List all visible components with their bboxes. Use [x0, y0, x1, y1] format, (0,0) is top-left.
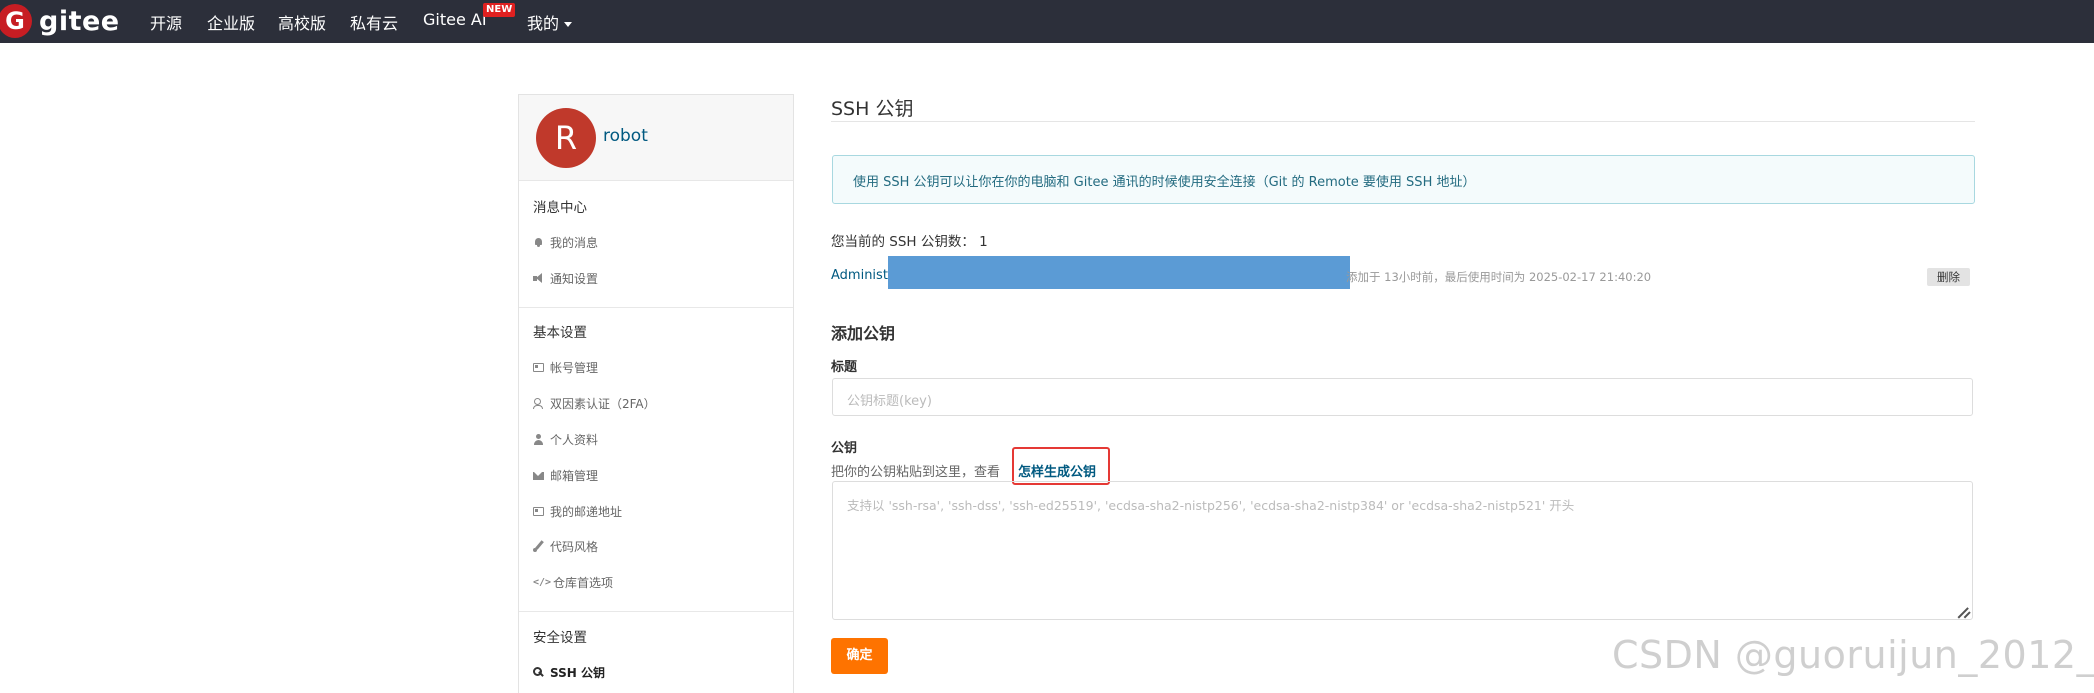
- divider: [831, 121, 1975, 122]
- person-icon: [533, 434, 544, 445]
- divider: [519, 611, 793, 612]
- ssh-key-name-link[interactable]: Administ: [831, 268, 888, 283]
- gitee-logo-icon: G: [0, 4, 32, 38]
- sidebar-item-label: 我的消息: [550, 236, 599, 250]
- sidebar-item-label: 邮箱管理: [550, 469, 599, 483]
- redaction-box: [888, 256, 1350, 289]
- how-to-generate-key-link[interactable]: 怎样生成公钥: [1012, 447, 1110, 485]
- how-to-generate-key-text: 怎样生成公钥: [1018, 465, 1097, 480]
- add-key-heading: 添加公钥: [831, 324, 896, 343]
- address-card-icon: [533, 507, 544, 516]
- sidebar-item-label: 双因素认证（2FA）: [550, 397, 656, 411]
- sidebar-item-label: 个人资料: [550, 433, 599, 447]
- paintbrush-icon: [533, 541, 544, 552]
- delete-key-button[interactable]: 删除: [1927, 268, 1970, 286]
- csdn-watermark: CSDN @guoruijun_2012_4: [1612, 633, 2094, 677]
- public-key-textarea[interactable]: 支持以 'ssh-rsa', 'ssh-dss', 'ssh-ed25519',…: [832, 481, 1973, 620]
- caret-down-icon: [564, 22, 573, 27]
- new-badge: NEW: [483, 3, 516, 17]
- ssh-key-count: 您当前的 SSH 公钥数： 1: [831, 234, 988, 250]
- speaker-icon: [533, 273, 544, 284]
- sidebar-item-2fa[interactable]: 双因素认证（2FA）: [533, 395, 656, 412]
- user-shield-icon: [533, 398, 544, 409]
- settings-sidebar: R robot 消息中心 我的消息 通知设置 基本设置 帐号管理 双因素认证（2…: [518, 94, 794, 693]
- title-label: 标题: [831, 360, 858, 375]
- envelope-icon: [533, 472, 544, 480]
- code-icon: </>: [533, 577, 552, 588]
- nav-mine-dropdown[interactable]: 我的: [527, 10, 573, 34]
- public-key-placeholder: 支持以 'ssh-rsa', 'ssh-dss', 'ssh-ed25519',…: [847, 498, 1575, 513]
- nav-enterprise[interactable]: 企业版: [207, 10, 255, 34]
- sidebar-item-label: 帐号管理: [550, 361, 599, 375]
- sidebar-item-email[interactable]: 邮箱管理: [533, 467, 598, 484]
- key-title-placeholder: 公钥标题(key): [847, 394, 932, 409]
- username-link[interactable]: robot: [603, 126, 648, 146]
- profile-header: R robot: [519, 95, 793, 181]
- page-title: SSH 公钥: [831, 98, 914, 120]
- nav-open-source[interactable]: 开源: [150, 10, 182, 34]
- ssh-key-meta: 添加于 13小时前，最后使用时间为 2025-02-17 21:40:20: [1346, 270, 1652, 284]
- section-title-messages: 消息中心: [533, 200, 587, 216]
- nav-private-cloud[interactable]: 私有云: [350, 10, 398, 34]
- sidebar-item-label: 通知设置: [550, 272, 599, 286]
- gitee-logo-text: gitee: [39, 5, 120, 37]
- sidebar-item-label: SSH 公钥: [550, 666, 605, 680]
- section-title-security: 安全设置: [533, 630, 587, 646]
- public-key-hint: 把你的公钥粘贴到这里，查看: [831, 465, 1001, 480]
- divider: [519, 307, 793, 308]
- section-title-basic: 基本设置: [533, 325, 587, 341]
- sidebar-item-label: 我的邮递地址: [550, 505, 623, 519]
- id-card-icon: [533, 363, 544, 372]
- key-title-input[interactable]: 公钥标题(key): [832, 378, 1973, 416]
- resize-handle-icon[interactable]: [1957, 604, 1971, 618]
- info-alert-text: 使用 SSH 公钥可以让你在你的电脑和 Gitee 通讯的时候使用安全连接（Gi…: [853, 175, 1476, 190]
- sidebar-item-my-messages[interactable]: 我的消息: [533, 234, 598, 251]
- public-key-label: 公钥: [831, 441, 858, 456]
- gitee-logo[interactable]: G gitee: [0, 2, 120, 40]
- bell-icon: [533, 237, 544, 248]
- nav-education[interactable]: 高校版: [278, 10, 326, 34]
- key-icon: [533, 667, 544, 678]
- nav-gitee-ai[interactable]: Gitee AI: [423, 10, 487, 29]
- sidebar-item-profile[interactable]: 个人资料: [533, 431, 598, 448]
- avatar[interactable]: R: [536, 108, 596, 168]
- sidebar-item-label: 仓库首选项: [553, 576, 614, 590]
- sidebar-item-notification-settings[interactable]: 通知设置: [533, 270, 598, 287]
- confirm-button[interactable]: 确定: [831, 638, 888, 674]
- nav-mine-label: 我的: [527, 14, 560, 33]
- info-alert: 使用 SSH 公钥可以让你在你的电脑和 Gitee 通讯的时候使用安全连接（Gi…: [832, 155, 1975, 204]
- sidebar-item-code-style[interactable]: 代码风格: [533, 538, 598, 555]
- sidebar-item-account[interactable]: 帐号管理: [533, 359, 598, 376]
- sidebar-item-repo-preferences[interactable]: </> 仓库首选项: [533, 574, 613, 591]
- sidebar-item-label: 代码风格: [550, 540, 599, 554]
- sidebar-item-address[interactable]: 我的邮递地址: [533, 503, 622, 520]
- sidebar-item-ssh-keys[interactable]: SSH 公钥: [533, 664, 605, 681]
- top-navbar: G gitee 开源 企业版 高校版 私有云 Gitee AI NEW 我的: [0, 0, 2094, 43]
